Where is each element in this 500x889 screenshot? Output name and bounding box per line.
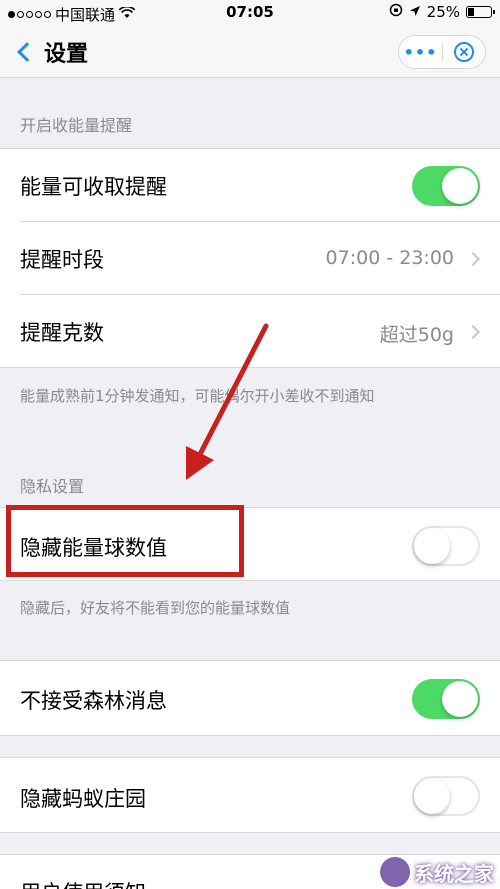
toggle-knob bbox=[442, 168, 478, 204]
section-header-reminder: 开启收能量提醒 bbox=[20, 116, 133, 135]
energy-reminder-toggle[interactable] bbox=[412, 166, 480, 206]
status-right: 25% bbox=[389, 3, 495, 21]
more-button[interactable]: ••• bbox=[399, 43, 442, 62]
hide-ant-farm-toggle[interactable] bbox=[412, 776, 480, 816]
row-reminder-period[interactable]: 提醒时段 07:00 - 23:00 bbox=[0, 222, 500, 295]
reminder-note: 能量成熟前1分钟发通知，可能偶尔开小差收不到通知 bbox=[20, 387, 375, 405]
back-chevron-icon bbox=[17, 42, 37, 62]
page-title: 设置 bbox=[44, 42, 89, 67]
back-button[interactable]: 设置 bbox=[14, 36, 88, 68]
row-label: 提醒时段 bbox=[20, 248, 104, 272]
row-energy-reminder: 能量可收取提醒 bbox=[0, 148, 500, 222]
chevron-right-icon bbox=[465, 251, 481, 267]
row-value: 超过50g bbox=[379, 324, 454, 346]
lock-rotation-icon bbox=[389, 3, 403, 21]
row-reminder-grams[interactable]: 提醒克数 超过50g bbox=[0, 295, 500, 368]
toggle-knob bbox=[442, 681, 478, 717]
reject-forest-msg-toggle[interactable] bbox=[412, 679, 480, 719]
privacy-note: 隐藏后，好友将不能看到您的能量球数值 bbox=[20, 599, 291, 617]
status-bar: 中国联通 07:05 25% bbox=[0, 0, 500, 26]
row-value: 07:00 - 23:00 bbox=[325, 247, 454, 269]
mini-program-capsule: ••• bbox=[398, 35, 486, 69]
location-icon bbox=[409, 3, 421, 21]
watermark: 系统之家 bbox=[380, 857, 494, 887]
battery-icon bbox=[466, 6, 495, 18]
hide-energy-value-toggle[interactable] bbox=[412, 526, 480, 566]
chevron-right-icon bbox=[465, 324, 481, 340]
battery-percent: 25% bbox=[426, 3, 460, 21]
row-label: 不接受森林消息 bbox=[20, 689, 167, 713]
row-reject-forest-msg: 不接受森林消息 bbox=[0, 660, 500, 736]
row-label: 隐藏蚂蚁庄园 bbox=[20, 787, 146, 811]
watermark-logo-icon bbox=[380, 857, 410, 887]
section-header-privacy: 隐私设置 bbox=[20, 477, 85, 496]
row-label: 提醒克数 bbox=[20, 321, 104, 345]
row-label: 能量可收取提醒 bbox=[20, 175, 167, 199]
highlight-box bbox=[6, 505, 244, 577]
row-hide-ant-farm: 隐藏蚂蚁庄园 bbox=[0, 757, 500, 833]
toggle-knob bbox=[414, 778, 450, 814]
nav-bar: 设置 ••• bbox=[0, 26, 500, 78]
close-icon bbox=[453, 42, 474, 62]
watermark-text: 系统之家 bbox=[414, 861, 494, 886]
row-label: 用户使用须知 bbox=[20, 877, 146, 889]
close-button[interactable] bbox=[443, 42, 485, 62]
toggle-knob bbox=[414, 528, 450, 564]
